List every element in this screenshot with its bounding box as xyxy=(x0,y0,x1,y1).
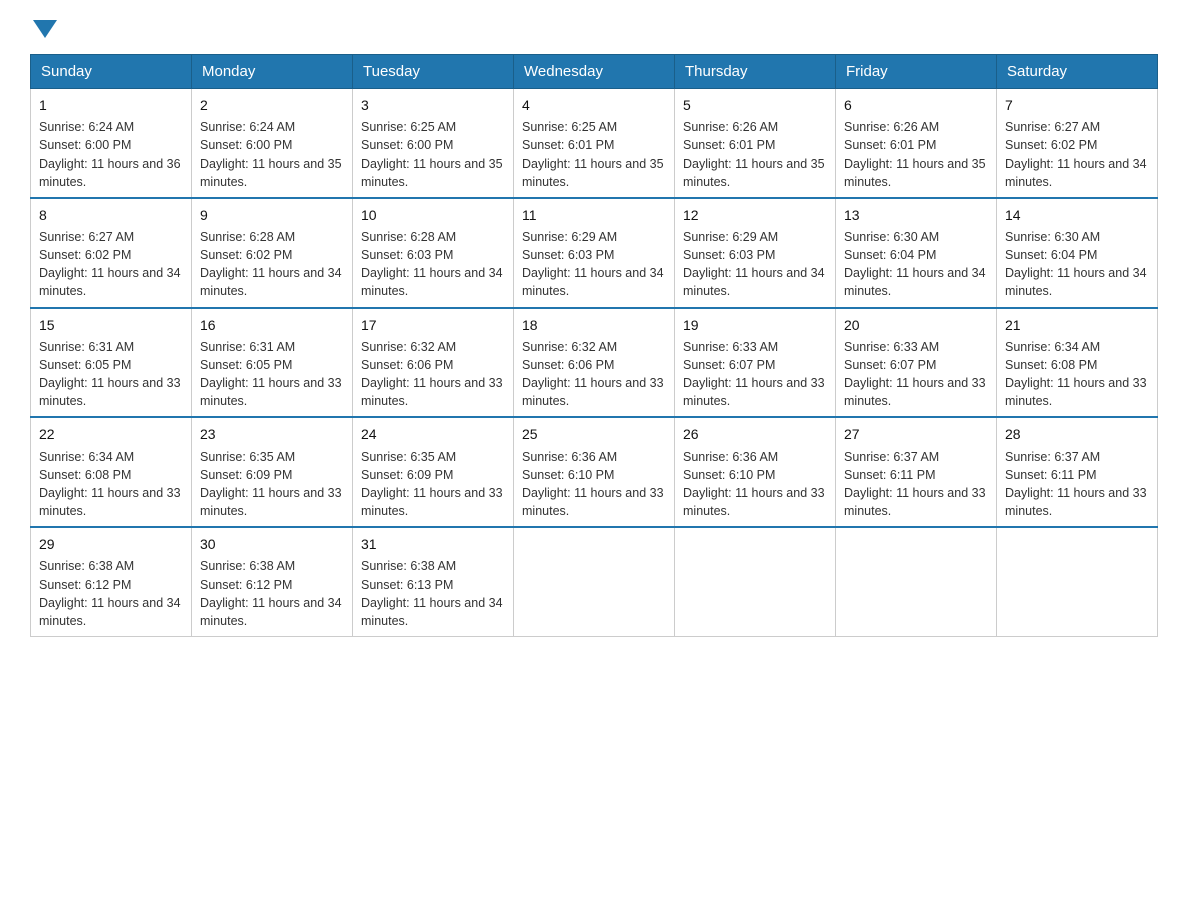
day-number: 2 xyxy=(200,95,344,115)
day-number: 9 xyxy=(200,205,344,225)
calendar-cell: 9Sunrise: 6:28 AMSunset: 6:02 PMDaylight… xyxy=(192,198,353,308)
calendar-week-row: 1Sunrise: 6:24 AMSunset: 6:00 PMDaylight… xyxy=(31,89,1158,198)
calendar-cell: 27Sunrise: 6:37 AMSunset: 6:11 PMDayligh… xyxy=(836,417,997,527)
day-number: 23 xyxy=(200,424,344,444)
day-header-monday: Monday xyxy=(192,55,353,89)
day-number: 27 xyxy=(844,424,988,444)
calendar-cell: 12Sunrise: 6:29 AMSunset: 6:03 PMDayligh… xyxy=(675,198,836,308)
day-number: 17 xyxy=(361,315,505,335)
day-header-saturday: Saturday xyxy=(997,55,1158,89)
calendar-cell: 7Sunrise: 6:27 AMSunset: 6:02 PMDaylight… xyxy=(997,89,1158,198)
day-number: 15 xyxy=(39,315,183,335)
day-number: 29 xyxy=(39,534,183,554)
day-number: 19 xyxy=(683,315,827,335)
calendar-week-row: 29Sunrise: 6:38 AMSunset: 6:12 PMDayligh… xyxy=(31,527,1158,636)
calendar-cell: 20Sunrise: 6:33 AMSunset: 6:07 PMDayligh… xyxy=(836,308,997,418)
calendar-week-row: 15Sunrise: 6:31 AMSunset: 6:05 PMDayligh… xyxy=(31,308,1158,418)
day-number: 22 xyxy=(39,424,183,444)
page-header xyxy=(30,20,1158,34)
calendar-cell xyxy=(514,527,675,636)
day-number: 7 xyxy=(1005,95,1149,115)
calendar-week-row: 22Sunrise: 6:34 AMSunset: 6:08 PMDayligh… xyxy=(31,417,1158,527)
calendar-cell: 14Sunrise: 6:30 AMSunset: 6:04 PMDayligh… xyxy=(997,198,1158,308)
calendar-cell: 2Sunrise: 6:24 AMSunset: 6:00 PMDaylight… xyxy=(192,89,353,198)
calendar-cell: 5Sunrise: 6:26 AMSunset: 6:01 PMDaylight… xyxy=(675,89,836,198)
day-number: 16 xyxy=(200,315,344,335)
calendar-cell: 22Sunrise: 6:34 AMSunset: 6:08 PMDayligh… xyxy=(31,417,192,527)
calendar-cell: 25Sunrise: 6:36 AMSunset: 6:10 PMDayligh… xyxy=(514,417,675,527)
day-number: 12 xyxy=(683,205,827,225)
calendar-cell: 8Sunrise: 6:27 AMSunset: 6:02 PMDaylight… xyxy=(31,198,192,308)
day-header-tuesday: Tuesday xyxy=(353,55,514,89)
calendar-table: SundayMondayTuesdayWednesdayThursdayFrid… xyxy=(30,54,1158,637)
day-number: 3 xyxy=(361,95,505,115)
calendar-cell: 26Sunrise: 6:36 AMSunset: 6:10 PMDayligh… xyxy=(675,417,836,527)
calendar-week-row: 8Sunrise: 6:27 AMSunset: 6:02 PMDaylight… xyxy=(31,198,1158,308)
day-number: 26 xyxy=(683,424,827,444)
calendar-cell: 18Sunrise: 6:32 AMSunset: 6:06 PMDayligh… xyxy=(514,308,675,418)
calendar-cell: 13Sunrise: 6:30 AMSunset: 6:04 PMDayligh… xyxy=(836,198,997,308)
day-header-thursday: Thursday xyxy=(675,55,836,89)
calendar-cell xyxy=(836,527,997,636)
day-number: 31 xyxy=(361,534,505,554)
calendar-cell: 30Sunrise: 6:38 AMSunset: 6:12 PMDayligh… xyxy=(192,527,353,636)
day-header-friday: Friday xyxy=(836,55,997,89)
day-number: 6 xyxy=(844,95,988,115)
logo-triangle-icon xyxy=(33,20,57,38)
day-number: 13 xyxy=(844,205,988,225)
calendar-cell: 15Sunrise: 6:31 AMSunset: 6:05 PMDayligh… xyxy=(31,308,192,418)
calendar-cell: 31Sunrise: 6:38 AMSunset: 6:13 PMDayligh… xyxy=(353,527,514,636)
calendar-cell: 6Sunrise: 6:26 AMSunset: 6:01 PMDaylight… xyxy=(836,89,997,198)
day-number: 24 xyxy=(361,424,505,444)
calendar-cell xyxy=(675,527,836,636)
day-number: 11 xyxy=(522,205,666,225)
calendar-cell: 1Sunrise: 6:24 AMSunset: 6:00 PMDaylight… xyxy=(31,89,192,198)
calendar-cell: 29Sunrise: 6:38 AMSunset: 6:12 PMDayligh… xyxy=(31,527,192,636)
calendar-cell: 24Sunrise: 6:35 AMSunset: 6:09 PMDayligh… xyxy=(353,417,514,527)
day-number: 20 xyxy=(844,315,988,335)
calendar-header-row: SundayMondayTuesdayWednesdayThursdayFrid… xyxy=(31,55,1158,89)
day-number: 4 xyxy=(522,95,666,115)
day-number: 28 xyxy=(1005,424,1149,444)
calendar-cell: 3Sunrise: 6:25 AMSunset: 6:00 PMDaylight… xyxy=(353,89,514,198)
calendar-cell: 4Sunrise: 6:25 AMSunset: 6:01 PMDaylight… xyxy=(514,89,675,198)
day-number: 25 xyxy=(522,424,666,444)
day-number: 21 xyxy=(1005,315,1149,335)
calendar-cell: 19Sunrise: 6:33 AMSunset: 6:07 PMDayligh… xyxy=(675,308,836,418)
logo xyxy=(30,20,60,34)
day-number: 10 xyxy=(361,205,505,225)
calendar-cell xyxy=(997,527,1158,636)
calendar-cell: 28Sunrise: 6:37 AMSunset: 6:11 PMDayligh… xyxy=(997,417,1158,527)
day-number: 5 xyxy=(683,95,827,115)
day-number: 8 xyxy=(39,205,183,225)
calendar-cell: 16Sunrise: 6:31 AMSunset: 6:05 PMDayligh… xyxy=(192,308,353,418)
calendar-cell: 11Sunrise: 6:29 AMSunset: 6:03 PMDayligh… xyxy=(514,198,675,308)
calendar-cell: 23Sunrise: 6:35 AMSunset: 6:09 PMDayligh… xyxy=(192,417,353,527)
day-number: 30 xyxy=(200,534,344,554)
day-number: 14 xyxy=(1005,205,1149,225)
calendar-cell: 10Sunrise: 6:28 AMSunset: 6:03 PMDayligh… xyxy=(353,198,514,308)
calendar-cell: 21Sunrise: 6:34 AMSunset: 6:08 PMDayligh… xyxy=(997,308,1158,418)
day-header-wednesday: Wednesday xyxy=(514,55,675,89)
day-number: 18 xyxy=(522,315,666,335)
day-header-sunday: Sunday xyxy=(31,55,192,89)
day-number: 1 xyxy=(39,95,183,115)
calendar-cell: 17Sunrise: 6:32 AMSunset: 6:06 PMDayligh… xyxy=(353,308,514,418)
